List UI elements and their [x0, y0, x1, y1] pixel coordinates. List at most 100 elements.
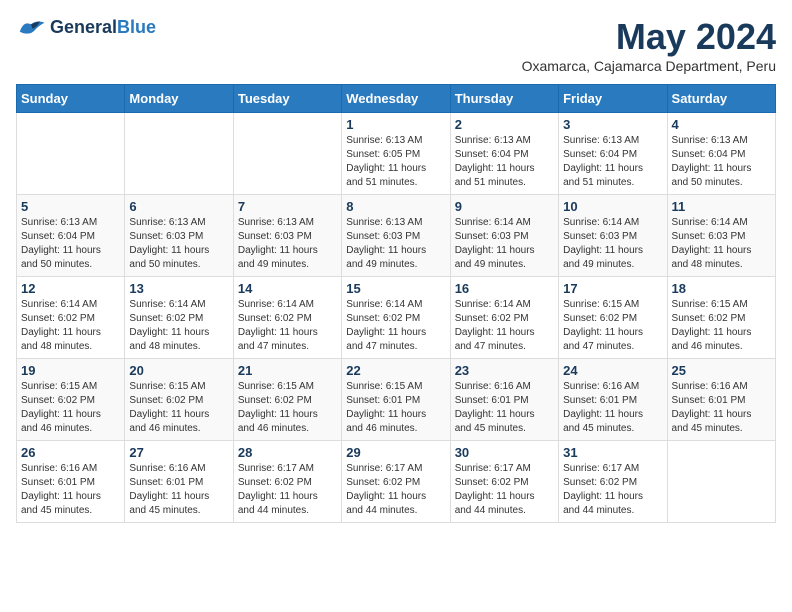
calendar-cell: 31 Sunrise: 6:17 AM Sunset: 6:02 PM Dayli…: [559, 441, 667, 523]
day-info: Sunrise: 6:15 AM Sunset: 6:02 PM Dayligh…: [563, 298, 662, 354]
day-number: 21: [238, 363, 337, 378]
weekday-header-wednesday: Wednesday: [342, 85, 450, 113]
day-info: Sunrise: 6:15 AM Sunset: 6:02 PM Dayligh…: [672, 298, 771, 354]
day-number: 8: [346, 199, 445, 214]
calendar-cell: [233, 113, 341, 195]
logo-bird-icon: [16, 16, 46, 40]
day-number: 23: [455, 363, 554, 378]
day-info: Sunrise: 6:17 AM Sunset: 6:02 PM Dayligh…: [346, 462, 445, 518]
day-info: Sunrise: 6:17 AM Sunset: 6:02 PM Dayligh…: [563, 462, 662, 518]
calendar-cell: 16 Sunrise: 6:14 AM Sunset: 6:02 PM Dayli…: [450, 277, 558, 359]
calendar-cell: 5 Sunrise: 6:13 AM Sunset: 6:04 PM Daylig…: [17, 195, 125, 277]
day-number: 30: [455, 445, 554, 460]
day-number: 22: [346, 363, 445, 378]
day-number: 2: [455, 117, 554, 132]
calendar-cell: [125, 113, 233, 195]
calendar-cell: 27 Sunrise: 6:16 AM Sunset: 6:01 PM Dayli…: [125, 441, 233, 523]
calendar-cell: 1 Sunrise: 6:13 AM Sunset: 6:05 PM Daylig…: [342, 113, 450, 195]
day-number: 13: [129, 281, 228, 296]
day-number: 31: [563, 445, 662, 460]
calendar-cell: 18 Sunrise: 6:15 AM Sunset: 6:02 PM Dayli…: [667, 277, 775, 359]
day-number: 9: [455, 199, 554, 214]
day-number: 29: [346, 445, 445, 460]
day-info: Sunrise: 6:16 AM Sunset: 6:01 PM Dayligh…: [563, 380, 662, 436]
weekday-header-friday: Friday: [559, 85, 667, 113]
calendar-cell: 25 Sunrise: 6:16 AM Sunset: 6:01 PM Dayli…: [667, 359, 775, 441]
day-info: Sunrise: 6:17 AM Sunset: 6:02 PM Dayligh…: [455, 462, 554, 518]
calendar-cell: 17 Sunrise: 6:15 AM Sunset: 6:02 PM Dayli…: [559, 277, 667, 359]
day-number: 24: [563, 363, 662, 378]
calendar-cell: 7Sunrise: 6:13 AM Sunset: 6:03 PM Daylig…: [233, 195, 341, 277]
title-block: May 2024 Oxamarca, Cajamarca Department,…: [522, 16, 776, 74]
calendar-cell: [667, 441, 775, 523]
day-number: 3: [563, 117, 662, 132]
day-info: Sunrise: 6:14 AM Sunset: 6:02 PM Dayligh…: [238, 298, 337, 354]
day-info: Sunrise: 6:13 AM Sunset: 6:04 PM Dayligh…: [21, 216, 120, 272]
day-info: Sunrise: 6:15 AM Sunset: 6:02 PM Dayligh…: [21, 380, 120, 436]
day-info: Sunrise: 6:13 AM Sunset: 6:04 PM Dayligh…: [563, 134, 662, 190]
day-number: 12: [21, 281, 120, 296]
day-number: 27: [129, 445, 228, 460]
calendar-cell: 21 Sunrise: 6:15 AM Sunset: 6:02 PM Dayli…: [233, 359, 341, 441]
day-number: 17: [563, 281, 662, 296]
weekday-header-row: SundayMondayTuesdayWednesdayThursdayFrid…: [17, 85, 776, 113]
day-number: 10: [563, 199, 662, 214]
calendar-cell: 23 Sunrise: 6:16 AM Sunset: 6:01 PM Dayli…: [450, 359, 558, 441]
calendar-cell: 28Sunrise: 6:17 AM Sunset: 6:02 PM Dayli…: [233, 441, 341, 523]
calendar-cell: 2 Sunrise: 6:13 AM Sunset: 6:04 PM Daylig…: [450, 113, 558, 195]
calendar-week-row: 19Sunrise: 6:15 AM Sunset: 6:02 PM Dayli…: [17, 359, 776, 441]
calendar-cell: 26 Sunrise: 6:16 AM Sunset: 6:01 PM Dayli…: [17, 441, 125, 523]
logo: GeneralBlue: [16, 16, 156, 40]
month-title: May 2024: [522, 16, 776, 58]
calendar-cell: 14 Sunrise: 6:14 AM Sunset: 6:02 PM Dayli…: [233, 277, 341, 359]
calendar-cell: 29 Sunrise: 6:17 AM Sunset: 6:02 PM Dayli…: [342, 441, 450, 523]
day-info: Sunrise: 6:15 AM Sunset: 6:01 PM Dayligh…: [346, 380, 445, 436]
day-number: 18: [672, 281, 771, 296]
calendar-cell: 12 Sunrise: 6:14 AM Sunset: 6:02 PM Dayli…: [17, 277, 125, 359]
day-info: Sunrise: 6:13 AM Sunset: 6:03 PM Dayligh…: [238, 216, 337, 272]
day-number: 11: [672, 199, 771, 214]
weekday-header-monday: Monday: [125, 85, 233, 113]
weekday-header-thursday: Thursday: [450, 85, 558, 113]
calendar-cell: 22 Sunrise: 6:15 AM Sunset: 6:01 PM Dayli…: [342, 359, 450, 441]
day-number: 6: [129, 199, 228, 214]
day-info: Sunrise: 6:14 AM Sunset: 6:03 PM Dayligh…: [455, 216, 554, 272]
logo-text: GeneralBlue: [50, 18, 156, 38]
day-info: Sunrise: 6:15 AM Sunset: 6:02 PM Dayligh…: [129, 380, 228, 436]
calendar-cell: 11 Sunrise: 6:14 AM Sunset: 6:03 PM Dayli…: [667, 195, 775, 277]
day-number: 26: [21, 445, 120, 460]
day-info: Sunrise: 6:14 AM Sunset: 6:02 PM Dayligh…: [129, 298, 228, 354]
calendar-cell: 8Sunrise: 6:13 AM Sunset: 6:03 PM Daylig…: [342, 195, 450, 277]
calendar-week-row: 1 Sunrise: 6:13 AM Sunset: 6:05 PM Daylig…: [17, 113, 776, 195]
calendar-cell: 19Sunrise: 6:15 AM Sunset: 6:02 PM Dayli…: [17, 359, 125, 441]
day-info: Sunrise: 6:14 AM Sunset: 6:02 PM Dayligh…: [455, 298, 554, 354]
day-number: 28: [238, 445, 337, 460]
day-number: 25: [672, 363, 771, 378]
calendar-cell: [17, 113, 125, 195]
weekday-header-sunday: Sunday: [17, 85, 125, 113]
day-info: Sunrise: 6:15 AM Sunset: 6:02 PM Dayligh…: [238, 380, 337, 436]
day-info: Sunrise: 6:14 AM Sunset: 6:03 PM Dayligh…: [672, 216, 771, 272]
day-info: Sunrise: 6:16 AM Sunset: 6:01 PM Dayligh…: [21, 462, 120, 518]
day-number: 4: [672, 117, 771, 132]
location-subtitle: Oxamarca, Cajamarca Department, Peru: [522, 58, 776, 74]
day-info: Sunrise: 6:14 AM Sunset: 6:02 PM Dayligh…: [346, 298, 445, 354]
calendar-cell: 4Sunrise: 6:13 AM Sunset: 6:04 PM Daylig…: [667, 113, 775, 195]
day-info: Sunrise: 6:16 AM Sunset: 6:01 PM Dayligh…: [455, 380, 554, 436]
day-info: Sunrise: 6:13 AM Sunset: 6:05 PM Dayligh…: [346, 134, 445, 190]
calendar-cell: 13 Sunrise: 6:14 AM Sunset: 6:02 PM Dayli…: [125, 277, 233, 359]
day-number: 15: [346, 281, 445, 296]
calendar-cell: 6 Sunrise: 6:13 AM Sunset: 6:03 PM Daylig…: [125, 195, 233, 277]
day-info: Sunrise: 6:14 AM Sunset: 6:03 PM Dayligh…: [563, 216, 662, 272]
calendar-cell: 15 Sunrise: 6:14 AM Sunset: 6:02 PM Dayli…: [342, 277, 450, 359]
day-number: 5: [21, 199, 120, 214]
day-number: 14: [238, 281, 337, 296]
day-info: Sunrise: 6:13 AM Sunset: 6:04 PM Dayligh…: [455, 134, 554, 190]
calendar-cell: 20Sunrise: 6:15 AM Sunset: 6:02 PM Dayli…: [125, 359, 233, 441]
day-number: 16: [455, 281, 554, 296]
day-info: Sunrise: 6:16 AM Sunset: 6:01 PM Dayligh…: [129, 462, 228, 518]
day-info: Sunrise: 6:16 AM Sunset: 6:01 PM Dayligh…: [672, 380, 771, 436]
day-info: Sunrise: 6:14 AM Sunset: 6:02 PM Dayligh…: [21, 298, 120, 354]
day-info: Sunrise: 6:13 AM Sunset: 6:03 PM Dayligh…: [129, 216, 228, 272]
day-number: 1: [346, 117, 445, 132]
